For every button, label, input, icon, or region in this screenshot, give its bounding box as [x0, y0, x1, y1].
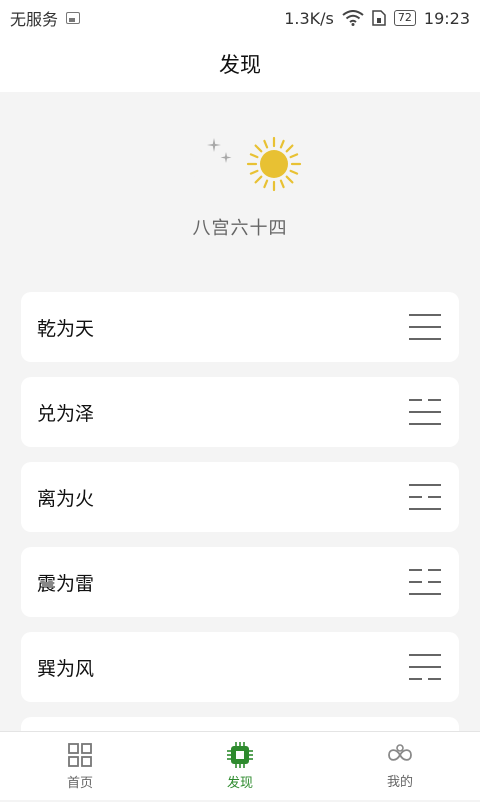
palace-name: 离为火: [37, 487, 95, 510]
tab-label: 发现: [226, 775, 253, 791]
trigram-icon: [409, 484, 441, 510]
palace-name: 巽为风: [37, 657, 95, 680]
palace-name: 兑为泽: [37, 402, 95, 425]
tab-mine[interactable]: 我的: [320, 732, 480, 800]
palace-list: 乾为天 兑为泽 离为火 震为雷 巽为风: [21, 292, 459, 802]
status-bar: 无服务 1.3K/s 72 19:23: [0, 0, 480, 36]
tab-label: 我的: [386, 774, 413, 790]
trigram-icon: [409, 314, 441, 340]
trigram-icon: [409, 399, 441, 425]
grid-icon: [68, 742, 92, 767]
infinity-icon: [388, 743, 412, 761]
palace-card-dui[interactable]: 兑为泽: [21, 377, 459, 447]
palace-card-li[interactable]: 离为火: [21, 462, 459, 532]
page-title: 发现: [219, 53, 261, 77]
wifi-icon: [342, 10, 364, 26]
bottom-tab-bar: 首页 发现 我的: [0, 731, 480, 800]
tab-home[interactable]: 首页: [0, 732, 160, 800]
app-header: 发现: [0, 36, 480, 92]
status-left: 无服务: [10, 6, 81, 30]
hero-label: 八宫六十四: [192, 218, 288, 239]
status-right: 1.3K/s 72 19:23: [284, 9, 470, 28]
moon-sun-graphic: [190, 136, 302, 192]
image-notification-icon: [66, 12, 81, 24]
trigram-icon: [409, 654, 441, 680]
battery-indicator: 72: [393, 10, 416, 26]
clock: 19:23: [423, 8, 470, 28]
sim-icon: [372, 10, 386, 26]
sun-icon: [246, 136, 302, 192]
trigram-icon: [409, 569, 441, 595]
tab-label: 首页: [66, 775, 93, 791]
carrier-text: 无服务: [10, 10, 59, 29]
hero-section: 八宫六十四: [0, 92, 480, 282]
palace-card-xun[interactable]: 巽为风: [21, 632, 459, 702]
tab-discover[interactable]: 发现: [160, 732, 320, 800]
palace-name: 乾为天: [37, 317, 95, 340]
chip-icon: [227, 741, 253, 768]
palace-name: 震为雷: [37, 572, 95, 595]
palace-card-zhen[interactable]: 震为雷: [21, 547, 459, 617]
palace-card-qian[interactable]: 乾为天: [21, 292, 459, 362]
moon-stars-icon: [190, 138, 232, 188]
network-speed: 1.3K/s: [284, 8, 334, 28]
